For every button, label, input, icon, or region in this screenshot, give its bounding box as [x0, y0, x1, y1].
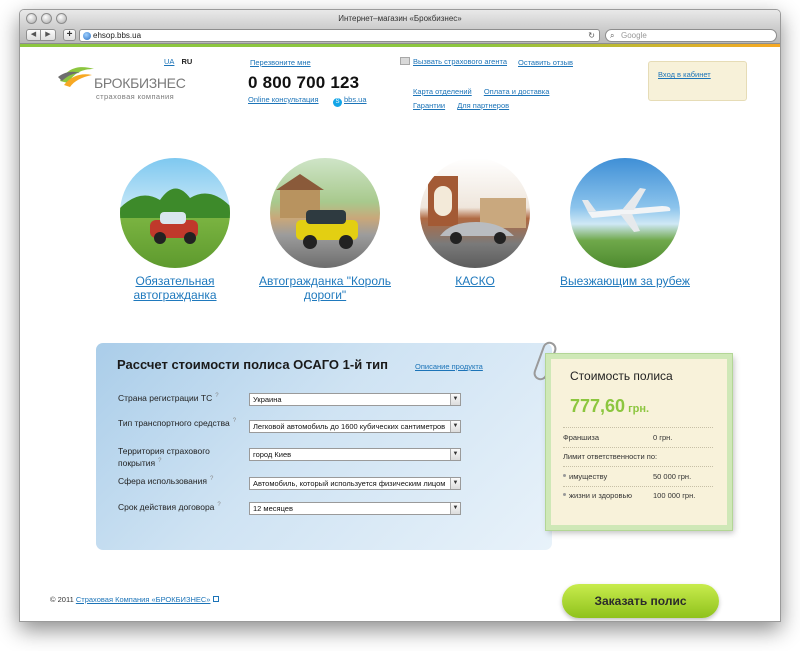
category-mandatory-liability[interactable]: Обязательная автогражданка — [95, 158, 255, 302]
category-label[interactable]: Обязательная автогражданка — [95, 274, 255, 302]
category-label[interactable]: КАСКО — [395, 274, 555, 288]
header-nav: Карта отделений Оплата и доставка Гарант… — [413, 85, 559, 113]
usage-select[interactable]: Автомобиль, который используется физичес… — [249, 477, 461, 490]
help-icon[interactable]: ? — [210, 476, 213, 482]
price-amount: 777,60 грн. — [570, 396, 650, 416]
category-travel-abroad[interactable]: Выезжающим за рубеж — [545, 158, 705, 288]
field-label-usage: Сфера использования? — [118, 475, 214, 486]
browser-toolbar: ◀ ▶ + ehsop.bbs.ua ↻ ⌕ Google — [20, 27, 780, 44]
reload-icon[interactable]: ↻ — [588, 30, 595, 41]
copyright: © 2011 — [50, 595, 74, 604]
help-icon[interactable]: ? — [233, 418, 236, 424]
url-text: ehsop.bbs.ua — [93, 31, 142, 40]
price-title: Стоимость полиса — [570, 369, 673, 383]
dropdown-arrow-icon: ▼ — [450, 394, 460, 405]
globe-icon — [83, 32, 91, 40]
policy-price-card: Стоимость полиса 777,60 грн. Франшиза 0 гр… — [545, 353, 733, 531]
close-window-button[interactable] — [26, 13, 37, 24]
minimize-window-button[interactable] — [41, 13, 52, 24]
airplane-image — [570, 158, 680, 268]
vehicle-type-select[interactable]: Легковой автомобиль до 1600 кубических с… — [249, 420, 461, 433]
browser-window: Интернет–магазин «Брокбизнес» ◀ ▶ + ehso… — [19, 9, 781, 622]
external-link-icon — [213, 596, 220, 602]
dropdown-arrow-icon: ▼ — [450, 478, 460, 489]
dropdown-arrow-icon: ▼ — [450, 449, 460, 460]
nav-guarantees[interactable]: Гарантии — [413, 101, 445, 110]
category-label[interactable]: Автогражданка "Король дороги" — [245, 274, 405, 302]
call-agent-link[interactable]: Вызвать страхового агента — [400, 57, 507, 66]
cabinet-box: Вход в кабинет — [648, 61, 747, 101]
help-icon[interactable]: ? — [217, 502, 220, 508]
help-icon[interactable]: ? — [215, 393, 218, 399]
page-content: БРОКБИЗНЕС страховая компания UA RU Пере… — [20, 47, 780, 621]
phone-number: 0 800 700 123 — [248, 73, 360, 92]
back-icon[interactable]: ◀ — [26, 29, 41, 41]
callback-link[interactable]: Перезвоните мне — [250, 58, 311, 67]
category-kasko[interactable]: КАСКО — [395, 158, 555, 288]
divider — [563, 447, 713, 448]
country-select[interactable]: Украина ▼ — [249, 393, 461, 406]
field-label-term: Срок действия договора? — [118, 501, 221, 512]
cabinet-login-link[interactable]: Вход в кабинет — [658, 70, 711, 79]
lang-ua-link[interactable]: UA — [164, 57, 174, 66]
window-controls — [26, 13, 67, 24]
lang-ru-current: RU — [181, 57, 193, 66]
territory-select[interactable]: город Киев ▼ — [249, 448, 461, 461]
search-placeholder: Google — [621, 31, 647, 40]
forward-icon[interactable]: ▶ — [41, 29, 56, 41]
nav-payment-delivery[interactable]: Оплата и доставка — [484, 87, 550, 96]
yellow-suv-image — [270, 158, 380, 268]
bullet-icon — [563, 474, 566, 477]
life-limit-row: жизни и здоровью — [563, 491, 643, 501]
term-select[interactable]: 12 месяцев ▼ — [249, 502, 461, 515]
property-limit-row: имуществу 50 000 грн. — [563, 472, 715, 482]
help-icon[interactable]: ? — [158, 458, 161, 464]
divider — [563, 486, 713, 487]
logo-tagline: страховая компания — [96, 92, 175, 101]
skype-icon: S — [333, 98, 342, 107]
category-king-of-road[interactable]: Автогражданка "Король дороги" — [245, 158, 405, 302]
window-title: Интернет–магазин «Брокбизнес» — [338, 14, 462, 23]
language-switch: UA RU — [164, 57, 197, 66]
company-link[interactable]: Страховая Компания «БРОКБИЗНЕС» — [76, 595, 211, 604]
product-description-link[interactable]: Описание продукта — [415, 362, 483, 371]
dropdown-arrow-icon: ▼ — [450, 421, 460, 432]
footer: © 2011 Страховая Компания «БРОКБИЗНЕС» — [50, 595, 220, 604]
feedback-link[interactable]: Оставить отзыв — [518, 58, 573, 67]
skype-link[interactable]: Sbbs.ua — [333, 95, 367, 107]
divider — [563, 427, 713, 428]
bullet-icon — [563, 493, 566, 496]
zoom-window-button[interactable] — [56, 13, 67, 24]
category-label[interactable]: Выезжающим за рубеж — [545, 274, 705, 288]
divider — [563, 466, 713, 467]
search-field[interactable]: ⌕ Google — [605, 29, 777, 42]
history-buttons: ◀ ▶ — [26, 29, 56, 41]
calculator-title: Рассчет стоимости полиса ОСАГО 1-й тип — [117, 357, 389, 372]
search-icon: ⌕ — [610, 31, 615, 40]
call-agent-label: Вызвать страхового агента — [413, 57, 508, 66]
online-consult-link[interactable]: Online консультация — [248, 95, 319, 104]
field-label-territory: Территория страхового покрытия? — [118, 446, 210, 468]
red-car-image — [120, 158, 230, 268]
nav-branches-map[interactable]: Карта отделений — [413, 87, 472, 96]
price-currency: грн. — [628, 403, 650, 415]
logo-name: БРОКБИЗНЕС — [94, 75, 186, 91]
dropdown-arrow-icon: ▼ — [450, 503, 460, 514]
franchise-row: Франшиза 0 грн. — [563, 433, 673, 442]
field-label-country: Страна регистрации ТС? — [118, 392, 219, 403]
address-bar[interactable]: ehsop.bbs.ua ↻ — [79, 29, 600, 42]
order-policy-button[interactable]: Заказать полис — [562, 584, 719, 618]
nav-partners[interactable]: Для партнеров — [457, 101, 509, 110]
osago-calculator: Рассчет стоимости полиса ОСАГО 1-й тип О… — [96, 343, 552, 550]
field-label-vehicle-type: Тип транспортного средства? — [118, 417, 237, 428]
agent-icon — [400, 57, 410, 65]
silver-car-image — [420, 158, 530, 268]
bird-logo-icon — [58, 67, 94, 87]
liability-limit-row: Лимит ответственности по: — [563, 452, 658, 461]
skype-label: bbs.ua — [344, 95, 367, 104]
title-bar: Интернет–магазин «Брокбизнес» — [20, 10, 780, 27]
add-bookmark-button[interactable]: + — [63, 29, 76, 41]
